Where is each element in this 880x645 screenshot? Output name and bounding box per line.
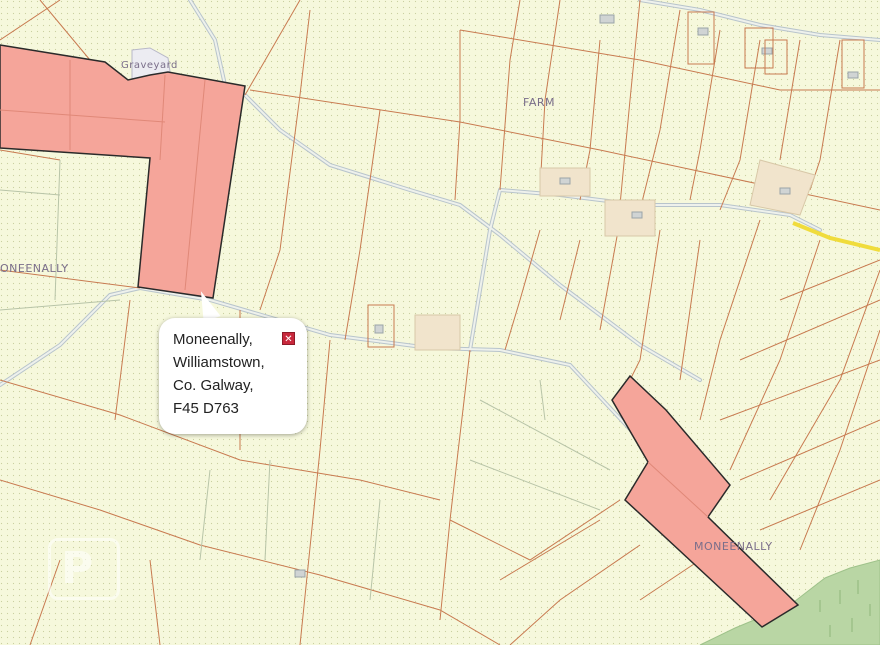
label-townland-right: MONEENALLY bbox=[694, 540, 773, 553]
watermark-letter: P bbox=[61, 543, 94, 594]
address-popup: Moneenally, Williamstown, Co. Galway, F4… bbox=[159, 318, 307, 434]
popup-address-line-3: Co. Galway, bbox=[173, 377, 254, 394]
label-townland-left: ONEENALLY bbox=[0, 262, 69, 275]
label-farm: FARM bbox=[523, 96, 555, 109]
label-graveyard: Graveyard bbox=[121, 60, 178, 71]
popup-address-line-2: Williamstown, bbox=[173, 354, 265, 371]
close-icon[interactable]: ✕ bbox=[282, 332, 295, 345]
watermark-logo: P bbox=[48, 538, 120, 600]
popup-address-line-4: F45 D763 bbox=[173, 400, 239, 417]
popup-address-line-1: Moneenally, bbox=[173, 331, 253, 348]
